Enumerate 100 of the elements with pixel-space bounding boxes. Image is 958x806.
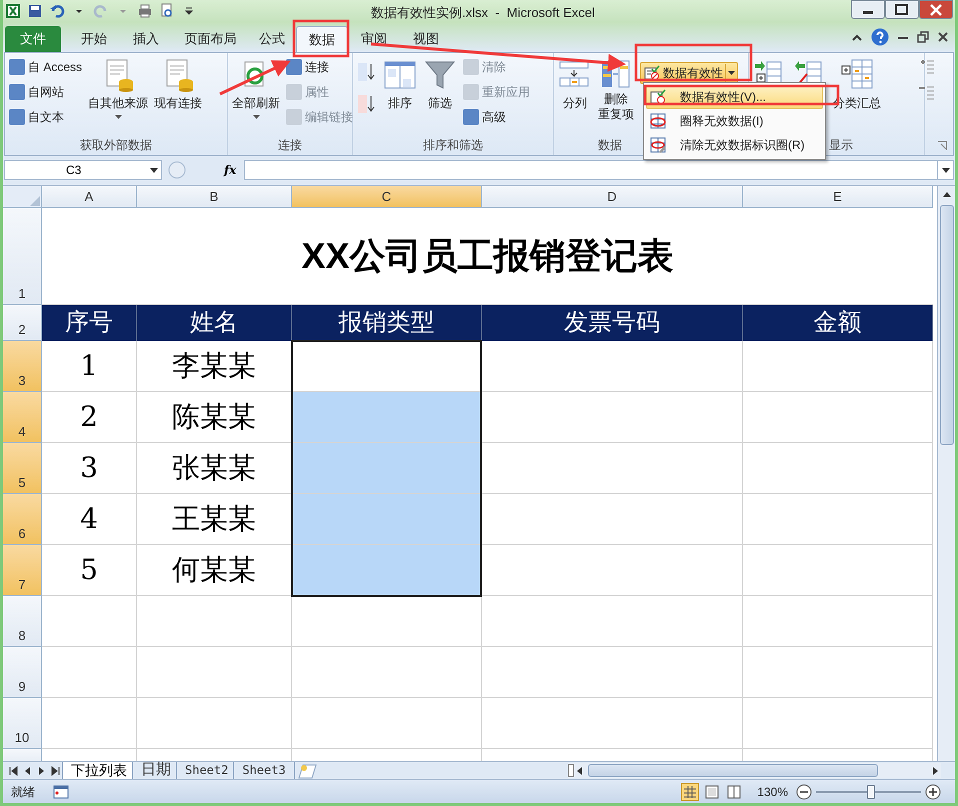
ribbon-button[interactable]: 连接 — [286, 56, 353, 78]
table-cell[interactable] — [482, 596, 743, 647]
ribbon-button[interactable]: 全部刷新 — [232, 56, 280, 119]
table-cell[interactable] — [292, 545, 482, 596]
ribbon-button[interactable]: 自其他来源 — [88, 56, 148, 119]
ribbon-button[interactable]: 自网站 — [9, 81, 82, 103]
ribbon-tab[interactable]: 开始 — [69, 26, 119, 52]
table-cell[interactable] — [137, 698, 292, 749]
table-cell[interactable]: 李某某 — [137, 341, 292, 392]
table-cell[interactable] — [743, 545, 933, 596]
file-tab[interactable]: 文件 — [5, 26, 61, 52]
table-cell[interactable] — [743, 392, 933, 443]
table-cell[interactable] — [137, 647, 292, 698]
table-cell[interactable] — [42, 596, 137, 647]
table-cell[interactable] — [743, 443, 933, 494]
last-sheet-icon[interactable] — [51, 766, 60, 776]
insert-function-button[interactable]: fx — [224, 161, 236, 179]
undo-icon[interactable] — [49, 3, 65, 19]
table-cell[interactable] — [743, 596, 933, 647]
name-box[interactable]: C3 — [4, 160, 162, 180]
restore-icon[interactable] — [917, 31, 929, 43]
splitter-handle-icon[interactable] — [168, 161, 186, 179]
table-cell[interactable] — [482, 698, 743, 749]
excel-logo-icon[interactable] — [5, 3, 21, 19]
row-header[interactable]: 3 — [3, 341, 42, 392]
close-icon[interactable] — [919, 0, 953, 19]
ribbon-button[interactable]: 现有连接 — [154, 56, 202, 111]
row-header[interactable]: 7 — [3, 545, 42, 596]
help-icon[interactable] — [871, 28, 889, 46]
table-cell[interactable]: 陈某某 — [137, 392, 292, 443]
ribbon-button[interactable]: 分列 — [558, 56, 592, 111]
column-header[interactable]: D — [482, 186, 743, 208]
sort-descending-icon[interactable] — [357, 94, 377, 114]
zoom-out-icon[interactable] — [796, 784, 812, 800]
table-cell[interactable] — [743, 341, 933, 392]
table-cell[interactable] — [42, 698, 137, 749]
column-header[interactable]: B — [137, 186, 292, 208]
ribbon-tab[interactable]: 页面布局 — [173, 26, 248, 52]
close-icon[interactable] — [937, 31, 949, 43]
page-layout-icon[interactable] — [703, 783, 722, 801]
table-cell[interactable]: 何某某 — [137, 545, 292, 596]
table-cell[interactable]: 王某某 — [137, 494, 292, 545]
scrollbar-thumb[interactable] — [940, 205, 954, 445]
ribbon-button[interactable]: 筛选 — [423, 56, 457, 111]
menu-item[interactable]: 圈释无效数据(I) — [646, 109, 823, 133]
ribbon-tab[interactable]: 插入 — [119, 26, 173, 52]
dialog-launcher-icon[interactable] — [938, 141, 947, 150]
table-cell[interactable] — [743, 647, 933, 698]
row-header[interactable]: 4 — [3, 392, 42, 443]
table-cell[interactable] — [743, 698, 933, 749]
hide-detail-icon[interactable] — [917, 85, 935, 101]
minimize-icon[interactable] — [851, 0, 885, 19]
horizontal-scrollbar[interactable] — [568, 763, 941, 778]
page-break-icon[interactable] — [725, 783, 744, 801]
maximize-icon[interactable] — [885, 0, 919, 19]
table-cell[interactable] — [743, 494, 933, 545]
save-icon[interactable] — [27, 3, 43, 19]
table-cell[interactable]: 张某某 — [137, 443, 292, 494]
zoom-in-icon[interactable] — [925, 784, 941, 800]
row-header[interactable]: 8 — [3, 596, 42, 647]
ribbon-button[interactable]: 自 Access — [9, 56, 82, 78]
table-cell[interactable] — [482, 545, 743, 596]
caret-icon[interactable] — [150, 168, 158, 173]
table-cell[interactable] — [292, 494, 482, 545]
first-sheet-icon[interactable] — [9, 766, 18, 776]
table-cell[interactable]: 5 — [42, 545, 137, 596]
menu-item[interactable]: 清除无效数据标识圈(R) — [646, 133, 823, 157]
table-cell[interactable]: 4 — [42, 494, 137, 545]
macro-record-icon[interactable] — [53, 784, 69, 798]
sheet-tab[interactable]: Sheet3 — [233, 762, 295, 780]
table-cell[interactable]: 2 — [42, 392, 137, 443]
zoom-percentage[interactable]: 130% — [757, 783, 788, 801]
vertical-scrollbar[interactable] — [937, 186, 955, 761]
ribbon-button[interactable]: 排序 — [383, 56, 417, 111]
row-header[interactable]: 10 — [3, 698, 42, 749]
table-cell[interactable] — [482, 443, 743, 494]
zoom-slider-thumb[interactable] — [866, 785, 875, 799]
next-sheet-icon[interactable] — [37, 766, 46, 776]
row-header[interactable]: 6 — [3, 494, 42, 545]
column-header[interactable]: A — [42, 186, 137, 208]
scrollbar-thumb[interactable] — [588, 764, 878, 777]
formula-input[interactable] — [244, 160, 954, 180]
ribbon-tab[interactable]: 公式 — [248, 26, 296, 52]
printer-icon[interactable] — [137, 3, 153, 19]
table-cell[interactable] — [482, 494, 743, 545]
table-cell[interactable] — [42, 647, 137, 698]
expand-formula-bar-icon[interactable] — [937, 161, 953, 179]
table-cell[interactable] — [292, 392, 482, 443]
table-cell[interactable] — [482, 341, 743, 392]
table-cell[interactable] — [292, 596, 482, 647]
table-cell[interactable] — [482, 647, 743, 698]
row-header[interactable]: 2 — [3, 305, 42, 341]
table-cell[interactable] — [292, 443, 482, 494]
table-cell[interactable] — [292, 698, 482, 749]
table-cell[interactable]: 1 — [42, 341, 137, 392]
table-cell[interactable]: 3 — [42, 443, 137, 494]
column-header[interactable]: E — [743, 186, 933, 208]
redo-icon[interactable] — [93, 3, 109, 19]
table-cell[interactable] — [137, 596, 292, 647]
table-cell[interactable] — [292, 647, 482, 698]
